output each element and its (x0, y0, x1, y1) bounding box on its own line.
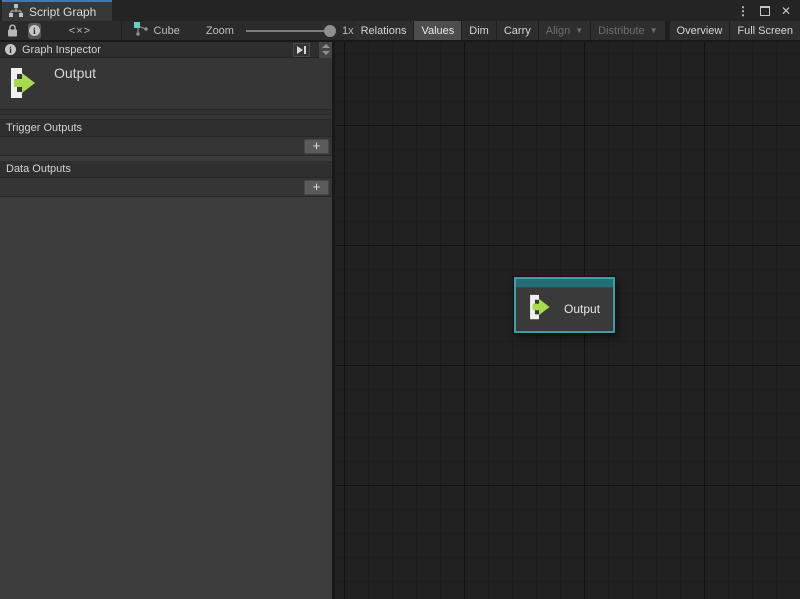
overview-button[interactable]: Overview (670, 21, 730, 40)
cube-graph-button[interactable]: Cube (134, 22, 180, 39)
code-view-icon[interactable]: <×> (69, 25, 91, 37)
graph-canvas[interactable]: Output (335, 42, 800, 599)
unit-inspector-header: Output (0, 58, 332, 110)
values-label: Values (421, 25, 454, 37)
output-unit-icon (8, 67, 36, 109)
relations-label: Relations (361, 25, 407, 37)
tab-bar: Script Graph ⋮ ✕ (0, 0, 800, 21)
trigger-outputs-section-label: Trigger Outputs (0, 120, 332, 137)
unit-title: Output (54, 65, 96, 109)
zoom-slider[interactable] (246, 30, 332, 32)
script-graph-window: Script Graph ⋮ ✕ i <×> (0, 0, 800, 599)
zoom-value: 1x (342, 25, 354, 37)
distribute-label: Distribute (598, 25, 644, 37)
output-unit-icon (527, 294, 551, 325)
distribute-button: Distribute ▼ (591, 21, 664, 40)
maximize-icon[interactable] (760, 6, 770, 16)
tab-title: Script Graph (29, 5, 96, 19)
window-controls: ⋮ ✕ (737, 0, 800, 21)
trigger-outputs-label: Trigger Outputs (6, 122, 82, 134)
full-screen-label: Full Screen (737, 25, 793, 37)
graph-inspector-panel: i Graph Inspector (0, 42, 335, 599)
data-outputs-label: Data Outputs (6, 163, 71, 175)
zoom-label: Zoom (206, 25, 234, 37)
scroll-up-icon[interactable] (322, 44, 330, 48)
dock-expand-icon[interactable] (293, 43, 310, 57)
dim-button[interactable]: Dim (462, 21, 496, 40)
data-outputs-section-label: Data Outputs (0, 161, 332, 178)
chevron-down-icon: ▼ (575, 27, 583, 35)
node-title: Output (564, 302, 600, 316)
scroll-down-icon[interactable] (322, 51, 330, 55)
lock-icon[interactable] (7, 24, 18, 37)
zoom-control: Zoom 1x (206, 25, 354, 37)
align-button: Align ▼ (539, 21, 590, 40)
toolbar: i <×> Cube Zoom 1x Relations (0, 21, 800, 42)
inspector-empty-area (0, 197, 332, 599)
scroll-spinner[interactable] (319, 42, 332, 58)
inspector-toggle-button[interactable]: i (28, 23, 41, 39)
chevron-down-icon: ▼ (650, 27, 658, 35)
output-node[interactable]: Output (514, 277, 615, 333)
full-screen-button[interactable]: Full Screen (730, 21, 800, 40)
carry-button[interactable]: Carry (497, 21, 538, 40)
view-buttons-group: Relations Values Dim Carry Align ▼ Distr… (354, 21, 800, 40)
carry-label: Carry (504, 25, 531, 37)
relations-button[interactable]: Relations (354, 21, 414, 40)
zoom-slider-handle[interactable] (324, 25, 336, 37)
inspector-header: i Graph Inspector (0, 42, 332, 58)
toolbar-gap (666, 21, 669, 40)
output-node-header[interactable] (516, 279, 613, 288)
close-icon[interactable]: ✕ (781, 4, 791, 18)
align-label: Align (546, 25, 570, 37)
overview-label: Overview (677, 25, 723, 37)
data-outputs-list: + (0, 178, 332, 197)
output-node-body: Output (516, 288, 613, 330)
graph-hierarchy-icon (9, 4, 23, 20)
graph-node-icon (134, 22, 148, 39)
info-icon: i (5, 44, 16, 55)
inspector-title: Graph Inspector (22, 44, 287, 56)
dim-label: Dim (469, 25, 489, 37)
main-area: i Graph Inspector (0, 42, 800, 599)
menu-icon[interactable]: ⋮ (737, 4, 749, 18)
add-data-output-button[interactable]: + (304, 180, 329, 195)
cube-label: Cube (154, 25, 180, 37)
values-button[interactable]: Values (414, 21, 461, 40)
trigger-outputs-list: + (0, 137, 332, 156)
tab-script-graph[interactable]: Script Graph (2, 0, 112, 21)
info-icon: i (29, 25, 40, 36)
add-trigger-output-button[interactable]: + (304, 139, 329, 154)
